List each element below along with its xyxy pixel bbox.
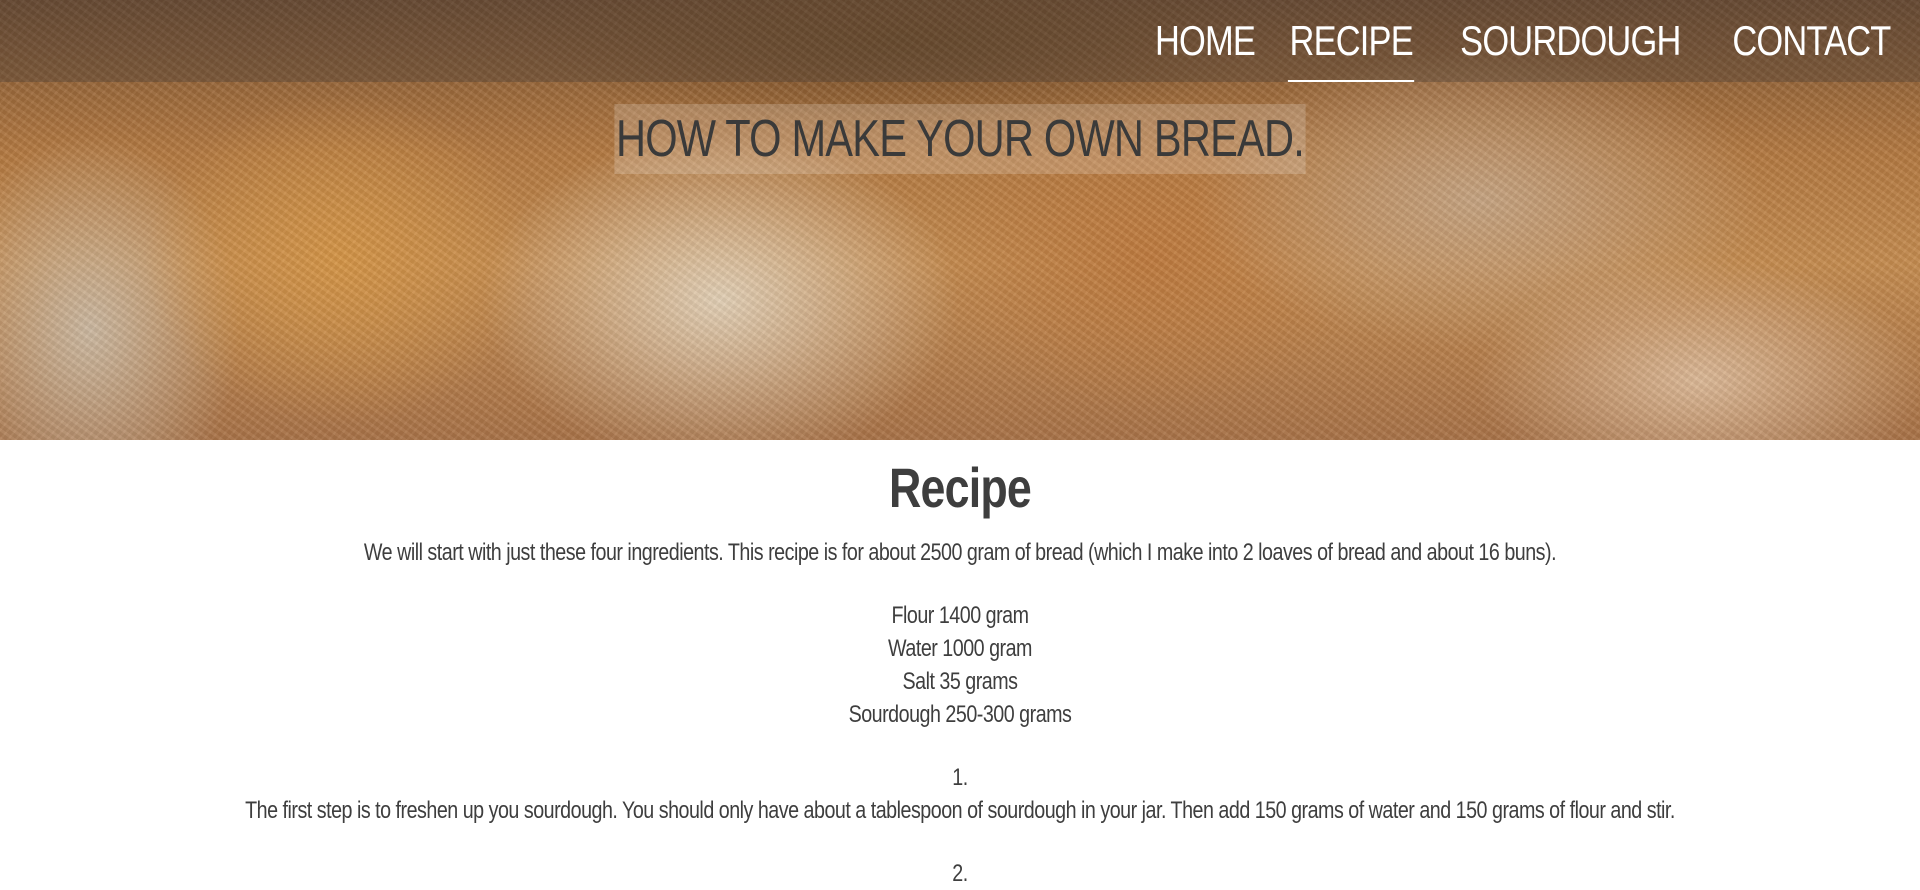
nav-home-link[interactable]: HOME xyxy=(1153,0,1256,82)
ingredient-item: Flour 1400 gram xyxy=(891,602,1029,629)
section-title: Recipe xyxy=(888,456,1032,519)
step-number: 1. xyxy=(952,764,968,791)
top-navbar: HOME RECIPE SOURDOUGH CONTACT xyxy=(0,0,1920,82)
step-text: The first step is to freshen up you sour… xyxy=(245,797,1675,824)
nav-recipe-link[interactable]: RECIPE xyxy=(1287,0,1415,82)
nav-sourdough-link[interactable]: SOURDOUGH xyxy=(1459,0,1683,82)
ingredient-item: Sourdough 250-300 grams xyxy=(848,701,1072,728)
hero-title: HOW TO MAKE YOUR OWN BREAD. xyxy=(614,104,1306,174)
ingredient-item: Water 1000 gram xyxy=(888,635,1032,662)
recipe-intro: We will start with just these four ingre… xyxy=(363,539,1557,566)
recipe-section: Recipe We will start with just these fou… xyxy=(0,440,1920,890)
nav-contact-link[interactable]: CONTACT xyxy=(1731,0,1892,82)
nav-links: HOME RECIPE SOURDOUGH CONTACT xyxy=(1136,0,1910,82)
step-number: 2. xyxy=(952,860,968,887)
ingredient-item: Salt 35 grams xyxy=(902,668,1018,695)
hero-title-wrap: HOW TO MAKE YOUR OWN BREAD. xyxy=(0,104,1920,174)
